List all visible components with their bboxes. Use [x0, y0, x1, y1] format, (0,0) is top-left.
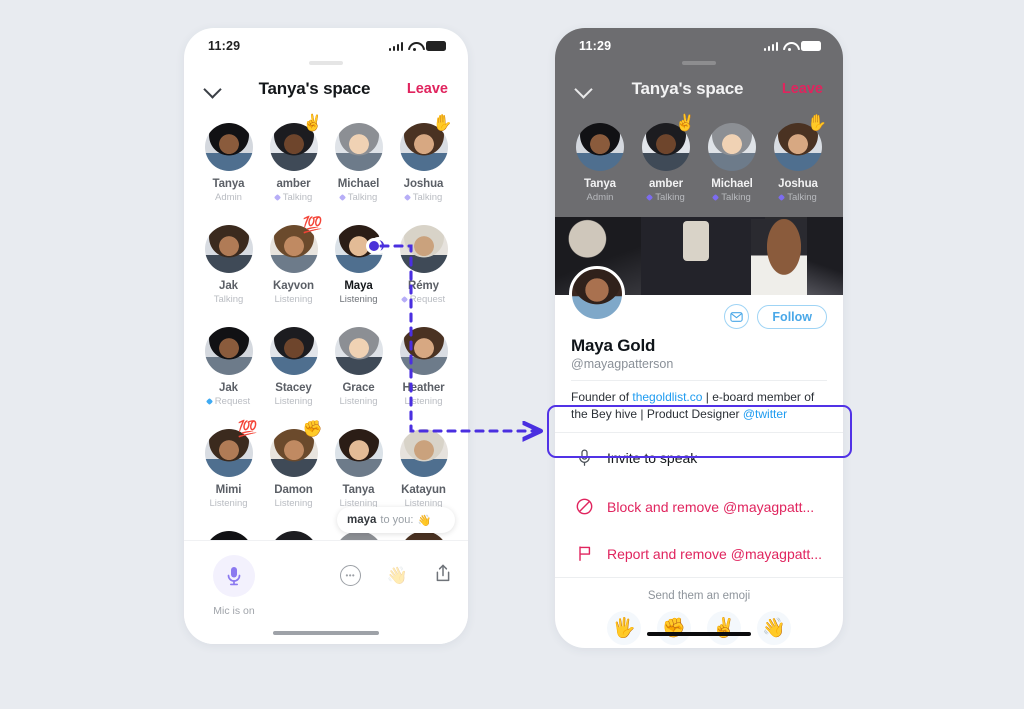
annotation-connector-arrow: [366, 238, 1024, 709]
connector-path: [379, 244, 539, 431]
connector-origin-dot: [366, 238, 382, 254]
screenshot-canvas: 11:29 Tanya's space Leave Tanya Admin ✌️ am…: [0, 0, 1024, 709]
